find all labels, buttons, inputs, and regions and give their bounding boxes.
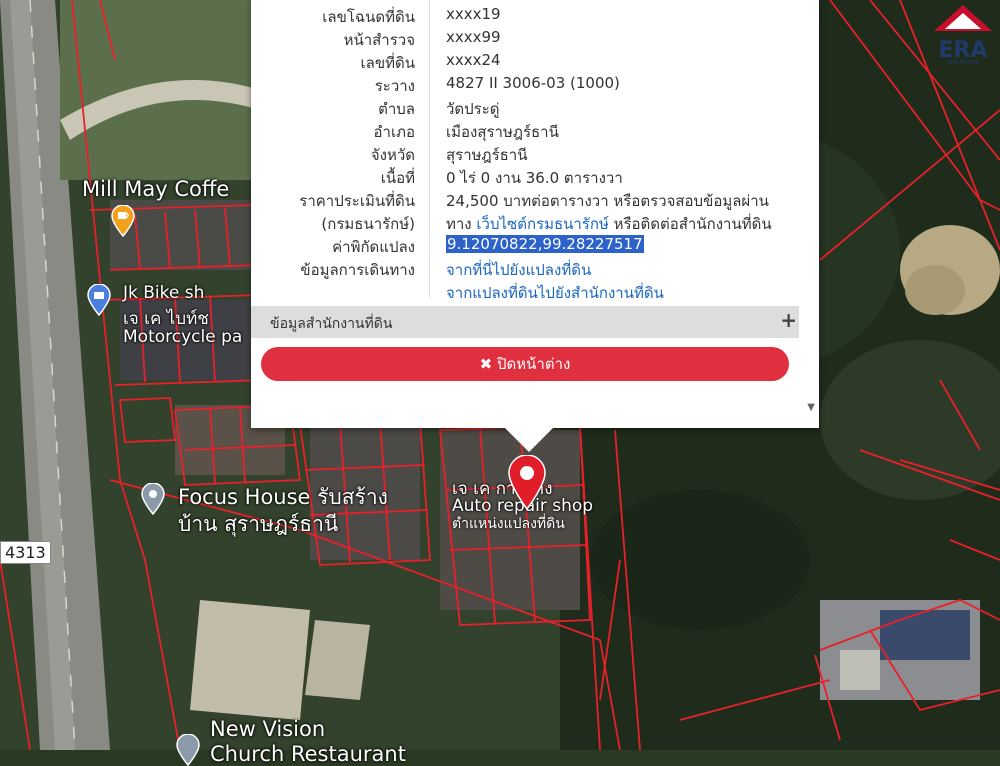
poi-label-jk-bike[interactable]: Jk Bike sh [123,283,204,303]
label-treasury: (กรมธนารักษ์) [321,215,415,233]
value-area: 0 ไร่ 0 งาน 36.0 ตารางวา [446,169,623,187]
close-window-label: ปิดหน้าต่าง [497,355,571,373]
row-land-number: เลขที่ดิน xxxx24 [251,51,799,74]
label-coordinates: ค่าพิกัดแปลง [332,238,415,256]
label-travel-info: ข้อมูลการเดินทาง [300,261,415,279]
scroll-down-arrow-icon[interactable]: ▼ [807,402,815,413]
close-window-button[interactable]: ✖ ปิดหน้าต่าง [261,347,789,381]
value-appraisal: 24,500 บาทต่อตารางวา หรือตรวจสอบข้อมูลผ่… [446,192,769,210]
value-province: สุราษฎร์ธานี [446,146,528,164]
row-deed-number: เลขโฉนดที่ดิน xxxx19 [251,5,799,28]
row-area: เนื้อที่ 0 ไร่ 0 งาน 36.0 ตารางวา [251,166,799,189]
poi-label-focus-house-2[interactable]: บ้าน สุราษฎร์ธานี [178,508,338,541]
value-map-sheet: 4827 II 3006-03 (1000) [446,74,620,92]
parcel-location-caption: ตำแหน่งแปลงที่ดิน [452,516,565,532]
row-travel-info: ข้อมูลการเดินทาง จากที่นี่ไปยังแปลงที่ดิ… [251,258,799,281]
value-deed-number: xxxx19 [446,5,501,23]
value-survey-page: xxxx99 [446,28,501,46]
treasury-suffix: หรือติดต่อสำนักงานที่ดิน [608,215,772,233]
row-travel-info-2: จากแปลงที่ดินไปยังสำนักงานที่ดิน [251,281,799,304]
link-directions-to-office[interactable]: จากแปลงที่ดินไปยังสำนักงานที่ดิน [446,281,664,305]
row-district: อำเภอ เมืองสุราษฎร์ธานี [251,120,799,143]
treasury-prefix: ทาง [446,215,477,233]
row-coordinates: ค่าพิกัดแปลง 9.12070822,99.28227517 [251,235,799,258]
link-directions-to-parcel[interactable]: จากที่นี่ไปยังแปลงที่ดิน [446,258,591,282]
popup-pointer [503,426,555,452]
value-land-number: xxxx24 [446,51,501,69]
label-province: จังหวัด [370,146,415,164]
coordinates-highlight[interactable]: 9.12070822,99.28227517 [446,235,644,253]
poi-label-church-restaurant[interactable]: Church Restaurant [210,742,406,766]
treasury-website-link[interactable]: เว็บไซต์กรมธนารักษ์ [476,215,608,233]
row-treasury: (กรมธนารักษ์) ทาง เว็บไซต์กรมธนารักษ์ หร… [251,212,799,235]
poi-label-mill-may[interactable]: Mill May Coffe [82,177,229,201]
label-area: เนื้อที่ [380,169,415,187]
poi-label-new-vision[interactable]: New Vision [210,717,325,741]
label-land-number: เลขที่ดิน [360,54,415,72]
road-number-shield: 4313 [0,541,51,564]
row-appraisal: ราคาประเมินที่ดิน 24,500 บาทต่อตารางวา ห… [251,189,799,212]
poi-coffee-icon[interactable] [110,205,136,237]
label-survey-page: หน้าสำรวจ [343,31,415,49]
label-appraisal: ราคาประเมินที่ดิน [299,192,415,210]
value-treasury: ทาง เว็บไซต์กรมธนารักษ์ หรือติดต่อสำนักง… [446,212,772,236]
era-logo-icon: ERA REAL ESTATE [934,5,992,65]
land-office-section-header[interactable]: ข้อมูลสำนักงานที่ดิน + [251,306,799,338]
expand-plus-icon[interactable]: + [780,308,797,332]
label-deed-number: เลขโฉนดที่ดิน [322,8,415,26]
row-survey-page: หน้าสำรวจ xxxx99 [251,28,799,51]
poi-shop-icon[interactable] [86,284,112,316]
row-province: จังหวัด สุราษฎร์ธานี [251,143,799,166]
label-map-sheet: ระวาง [374,77,415,95]
close-x-icon: ✖ [479,355,493,373]
label-subdistrict: ตำบล [378,100,415,118]
value-coordinates[interactable]: 9.12070822,99.28227517 [446,235,644,253]
parcel-pin-icon[interactable] [507,455,547,510]
label-district: อำเภอ [373,123,415,141]
row-subdistrict: ตำบล วัดประดู่ [251,97,799,120]
value-subdistrict: วัดประดู่ [446,100,500,118]
value-district: เมืองสุราษฎร์ธานี [446,123,559,141]
row-map-sheet: ระวาง 4827 II 3006-03 (1000) [251,74,799,97]
parcel-info-popup: เลขโฉนดที่ดิน xxxx19 หน้าสำรวจ xxxx99 เล… [251,0,819,428]
land-office-section-label: ข้อมูลสำนักงานที่ดิน [270,316,393,332]
poi-pin-icon[interactable] [140,483,166,515]
poi-church-icon[interactable] [175,734,201,766]
poi-label-motorcycle[interactable]: Motorcycle pa [123,327,242,347]
svg-text:REAL ESTATE: REAL ESTATE [947,60,980,65]
